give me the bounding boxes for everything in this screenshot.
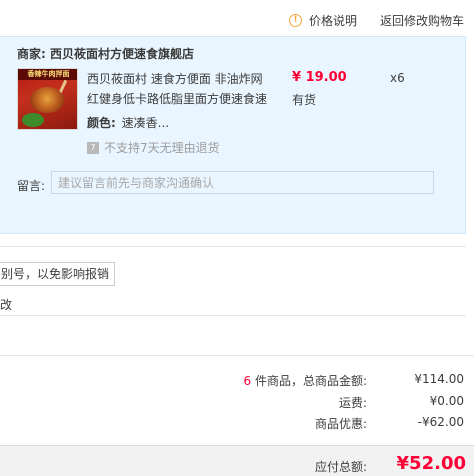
info-icon: ! [289, 14, 302, 27]
total-bar: 应付总额: ¥52.00 [0, 445, 474, 476]
color-value: 速凑香... [121, 116, 170, 130]
product-thumbnail[interactable]: 香辣牛肉拌面 [17, 68, 78, 130]
garnish-shape [22, 113, 44, 127]
back-to-cart-link[interactable]: 返回修改购物车 [380, 12, 464, 29]
no-return-notice: 7 不支持7天无理由退货 [87, 139, 220, 156]
order-box: 商家: 西贝莜面村方便速食旗舰店 香辣牛肉拌面 西贝莜面村 速食方便面 非油炸网… [0, 36, 466, 234]
discount-row: 商品优惠: -¥62.00 [0, 415, 466, 433]
divider [0, 246, 466, 247]
shop-name[interactable]: 商家: 西贝莜面村方便速食旗舰店 [17, 45, 194, 62]
divider [0, 355, 474, 356]
no-return-icon: 7 [87, 141, 99, 154]
product-title[interactable]: 西贝莜面村 速食方便面 非油炸网红健身低卡路低脂里面方便速食速 [87, 69, 269, 109]
message-input[interactable] [51, 171, 434, 194]
divider [0, 315, 466, 316]
shop-name-text: 西贝莜面村方便速食旗舰店 [50, 47, 195, 61]
shipping-amount: ¥0.00 [429, 394, 464, 408]
stock-status: 有货 [292, 93, 317, 107]
item-count: 6 [243, 374, 252, 388]
no-return-text: 不支持7天无理由退货 [104, 141, 220, 155]
goods-total-row: 6 件商品，总商品金额: ¥114.00 [0, 372, 466, 390]
goods-total-label: 6 件商品，总商品金额: [244, 372, 368, 389]
goods-total-amount: ¥114.00 [414, 372, 464, 386]
discount-label: 商品优惠: [314, 417, 367, 431]
thumbnail-banner-text: 香辣牛肉拌面 [18, 69, 77, 80]
color-label: 颜色: [87, 116, 116, 130]
total-label: 应付总额: [314, 460, 367, 474]
invoice-edit-link[interactable]: 改 [0, 296, 12, 313]
shop-label: 商家: [17, 47, 46, 61]
shipping-label: 运费: [338, 396, 367, 410]
price-info-label: 价格说明 [309, 14, 358, 28]
message-label: 留言: [17, 179, 46, 193]
noodle-bowl-shape [30, 87, 64, 113]
item-count-suffix: 件商品，总商品金额: [251, 374, 367, 388]
product-color-row: 颜色: 速凑香... [87, 114, 169, 131]
shipping-row: 运费: ¥0.00 [0, 394, 466, 412]
invoice-tip-box: 别号，以免影响报销 [0, 262, 115, 286]
discount-amount: -¥62.00 [417, 415, 464, 429]
quantity: x6 [390, 71, 405, 85]
total-amount: ¥52.00 [396, 453, 466, 474]
price-info-link[interactable]: ! 价格说明 [289, 12, 357, 29]
unit-price: ¥ 19.00 [292, 70, 347, 85]
top-links: ! 价格说明 返回修改购物车 [0, 0, 474, 40]
